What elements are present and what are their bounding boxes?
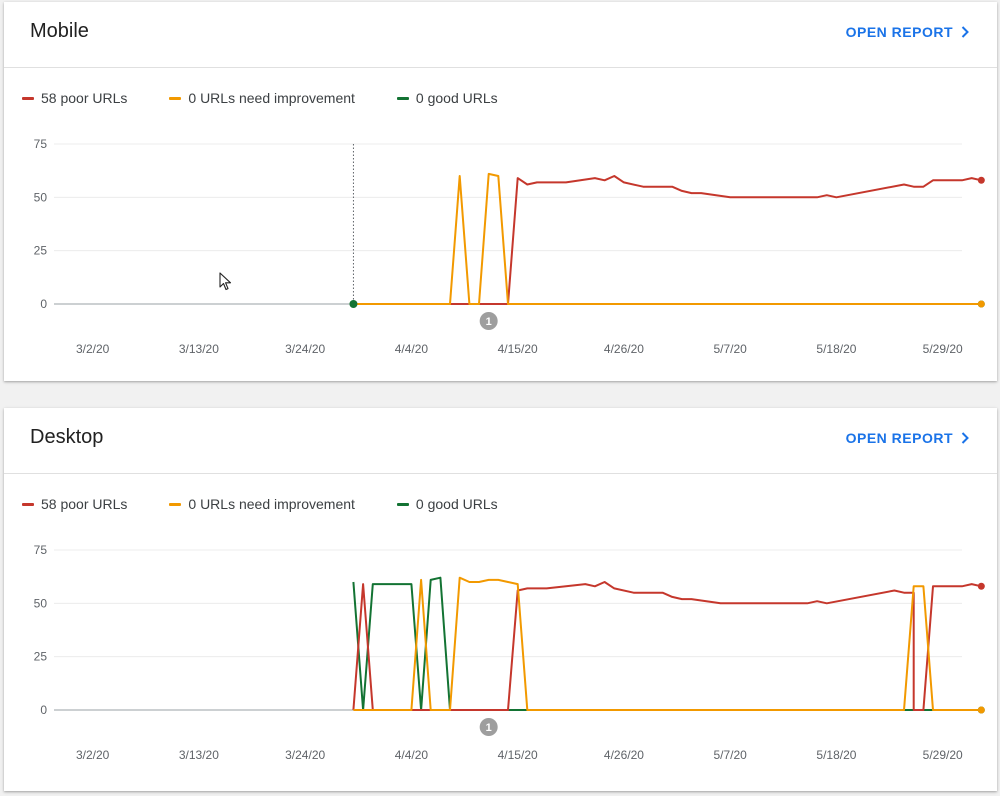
open-report-button[interactable]: OPEN REPORT bbox=[846, 430, 969, 446]
card-title: Mobile bbox=[30, 20, 89, 42]
y-tick-label: 75 bbox=[34, 543, 48, 557]
series-line-good bbox=[352, 576, 982, 711]
desktop-card: Desktop OPEN REPORT 58 poor URLs 0 URLs … bbox=[4, 408, 997, 791]
y-tick-label: 0 bbox=[40, 703, 47, 717]
card-title: Desktop bbox=[30, 426, 104, 448]
x-tick-label: 4/15/20 bbox=[498, 748, 538, 762]
x-tick-label: 5/7/20 bbox=[713, 748, 747, 762]
series-line-needs-improvement bbox=[353, 172, 982, 305]
legend-item-good[interactable]: 0 good URLs bbox=[396, 496, 498, 512]
series-line-poor bbox=[352, 581, 982, 711]
mobile-chart[interactable]: 0 25 50 75 3/2/20 3/13/20 3/24/20 4/4/20 4/15/20… bbox=[4, 127, 997, 367]
x-tick-label: 5/18/20 bbox=[816, 748, 856, 762]
series-line-poor bbox=[353, 175, 982, 305]
x-tick-label: 3/24/20 bbox=[285, 748, 325, 762]
legend-label: 58 poor URLs bbox=[41, 90, 128, 106]
legend-swatch-good bbox=[396, 502, 409, 506]
x-tick-label: 3/13/20 bbox=[179, 342, 219, 356]
card-header: Mobile OPEN REPORT bbox=[4, 2, 997, 68]
annotation-label: 1 bbox=[486, 722, 492, 734]
legend-item-needs-improvement[interactable]: 0 URLs need improvement bbox=[169, 90, 355, 106]
series-end-point-poor bbox=[977, 176, 985, 184]
legend-swatch-good bbox=[396, 96, 409, 100]
legend-item-poor[interactable]: 58 poor URLs bbox=[22, 496, 127, 512]
legend-item-good[interactable]: 0 good URLs bbox=[396, 90, 498, 106]
mobile-card: Mobile OPEN REPORT 58 poor URLs 0 URLs n… bbox=[4, 2, 997, 381]
legend-swatch-needs-improvement bbox=[169, 96, 182, 100]
legend-swatch-poor bbox=[22, 96, 34, 100]
y-tick-label: 25 bbox=[34, 244, 48, 258]
mouse-pointer-icon bbox=[219, 272, 232, 291]
y-tick-label: 50 bbox=[34, 596, 48, 610]
chevron-right-icon bbox=[961, 432, 969, 444]
open-report-button[interactable]: OPEN REPORT bbox=[846, 24, 969, 40]
legend-item-needs-improvement[interactable]: 0 URLs need improvement bbox=[169, 496, 355, 512]
x-tick-label: 4/4/20 bbox=[395, 748, 429, 762]
x-tick-label: 3/2/20 bbox=[76, 342, 110, 356]
x-tick-label: 3/13/20 bbox=[179, 748, 219, 762]
legend-label: 0 URLs need improvement bbox=[188, 496, 355, 512]
x-tick-label: 4/26/20 bbox=[604, 748, 644, 762]
x-tick-label: 5/18/20 bbox=[816, 342, 856, 356]
x-tick-label: 4/15/20 bbox=[498, 342, 538, 356]
x-tick-label: 3/2/20 bbox=[76, 748, 110, 762]
y-tick-label: 50 bbox=[34, 190, 48, 204]
legend-item-poor[interactable]: 58 poor URLs bbox=[22, 90, 127, 106]
legend-swatch-needs-improvement bbox=[169, 502, 182, 506]
legend-label: 0 URLs need improvement bbox=[188, 90, 355, 106]
legend-swatch-poor bbox=[22, 502, 34, 506]
chart-legend: 58 poor URLs 0 URLs need improvement 0 g… bbox=[22, 90, 540, 106]
series-end-point-needs-improvement bbox=[977, 300, 985, 308]
x-tick-label: 5/7/20 bbox=[713, 342, 747, 356]
series-end-point-poor bbox=[977, 582, 985, 590]
open-report-label: OPEN REPORT bbox=[845, 24, 953, 40]
legend-label: 0 good URLs bbox=[415, 496, 498, 512]
y-tick-label: 25 bbox=[34, 650, 48, 664]
marker-start-point bbox=[349, 300, 358, 308]
x-tick-label: 5/29/20 bbox=[923, 342, 963, 356]
series-end-point-needs-improvement bbox=[977, 706, 985, 714]
chart-legend: 58 poor URLs 0 URLs need improvement 0 g… bbox=[22, 496, 540, 512]
y-tick-label: 0 bbox=[40, 297, 47, 311]
open-report-label: OPEN REPORT bbox=[845, 430, 953, 446]
annotation-label: 1 bbox=[486, 316, 492, 328]
chevron-right-icon bbox=[961, 26, 969, 38]
x-tick-label: 3/24/20 bbox=[285, 342, 325, 356]
x-tick-label: 5/29/20 bbox=[923, 748, 963, 762]
legend-label: 58 poor URLs bbox=[41, 496, 128, 512]
legend-label: 0 good URLs bbox=[415, 90, 498, 106]
y-tick-label: 75 bbox=[34, 137, 48, 151]
desktop-chart[interactable]: 0 25 50 75 3/2/20 3/13/20 3/24/20 4/4/20 4/15/20… bbox=[4, 533, 997, 773]
x-tick-label: 4/4/20 bbox=[395, 342, 429, 356]
x-tick-label: 4/26/20 bbox=[604, 342, 644, 356]
card-header: Desktop OPEN REPORT bbox=[4, 408, 997, 474]
